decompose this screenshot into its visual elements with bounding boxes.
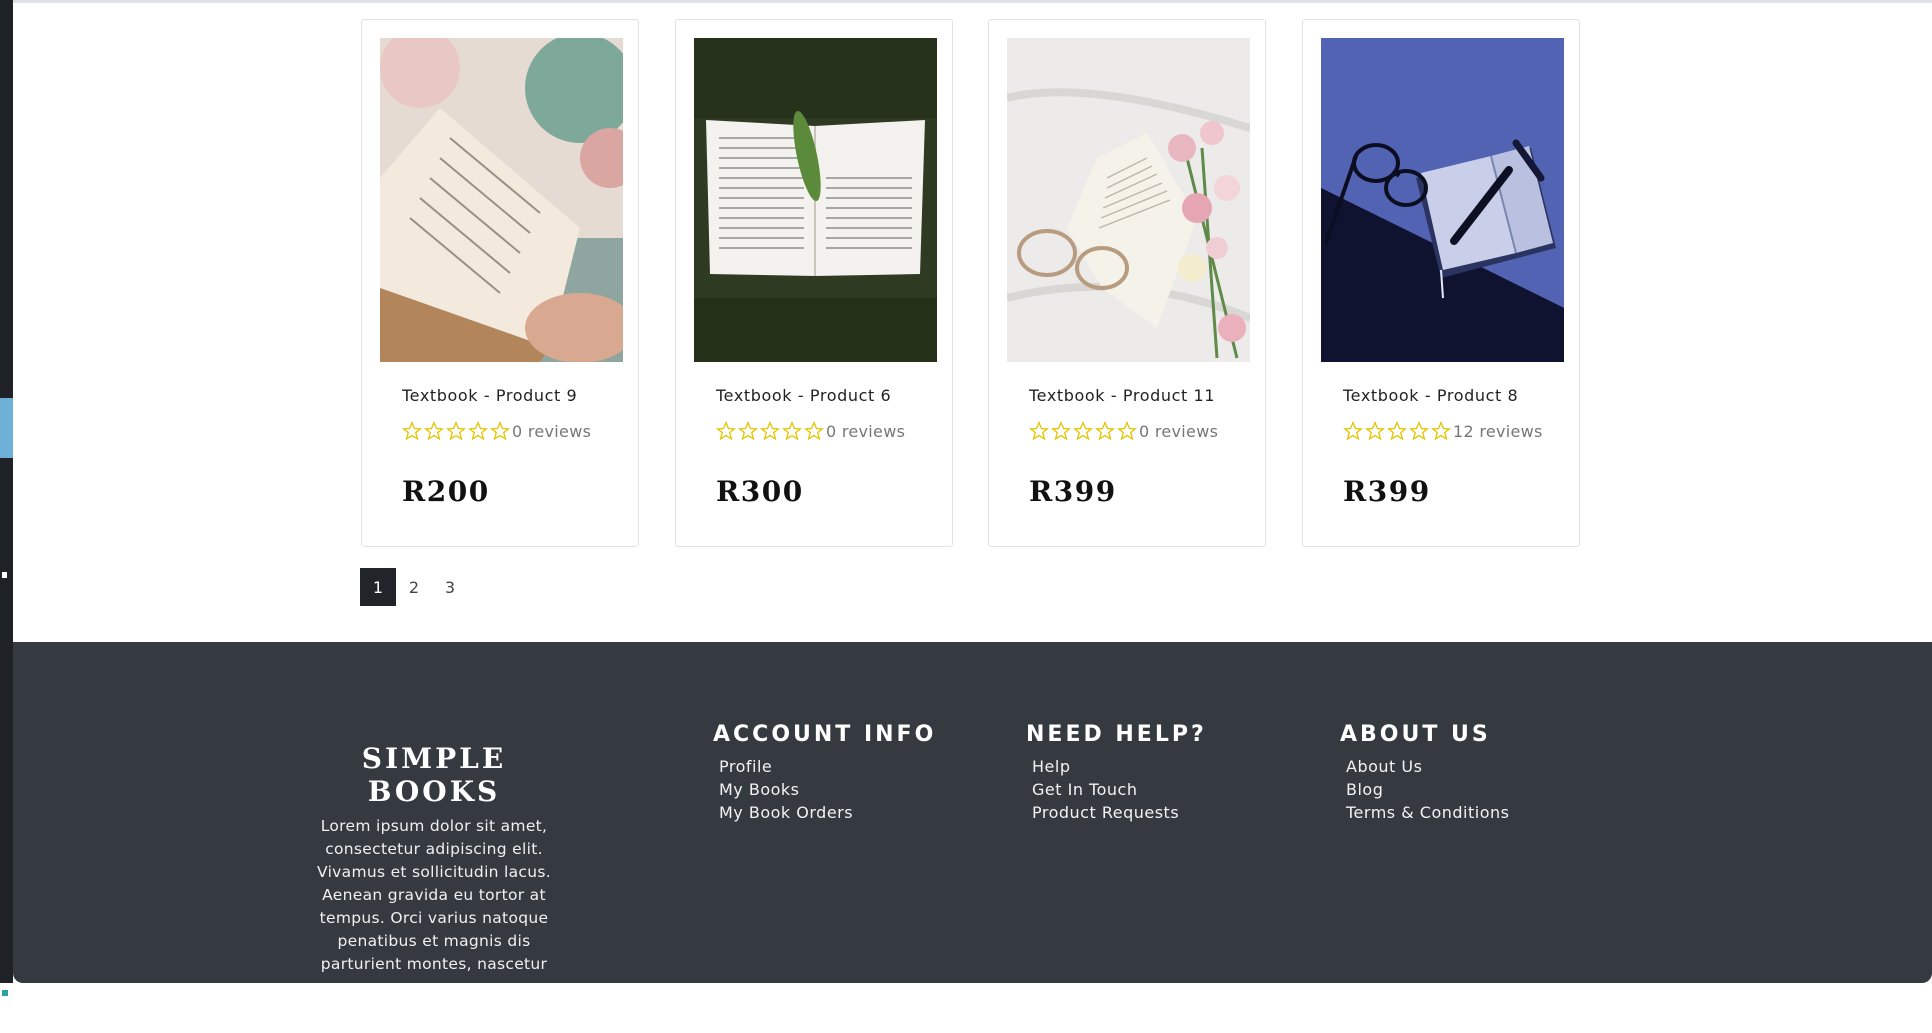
star-rating [1029, 421, 1137, 441]
star-outline-icon [716, 421, 736, 441]
product-title[interactable]: Textbook - Product 11 [1029, 386, 1215, 405]
product-card[interactable]: Textbook - Product 8 12 reviews R399 [1302, 19, 1580, 547]
footer-column-need-help: NEED HELP? Help Get In Touch Product Req… [1026, 722, 1207, 824]
product-image[interactable] [1321, 38, 1564, 362]
star-outline-icon [446, 421, 466, 441]
pagination: 1 2 3 [360, 568, 468, 606]
background-window-fragment [2, 990, 8, 996]
browser-page: Textbook - Product 9 0 reviews R200 Text… [13, 0, 1932, 983]
product-rating: 0 reviews [402, 421, 591, 441]
star-outline-icon [490, 421, 510, 441]
footer-link-get-in-touch[interactable]: Get In Touch [1032, 778, 1207, 801]
product-image[interactable] [380, 38, 623, 362]
star-outline-icon [1073, 421, 1093, 441]
footer-heading: NEED HELP? [1026, 722, 1207, 747]
product-rating: 12 reviews [1343, 421, 1543, 441]
star-outline-icon [1431, 421, 1451, 441]
site-footer: SIMPLE BOOKS Lorem ipsum dolor sit amet,… [13, 642, 1932, 983]
star-outline-icon [1051, 421, 1071, 441]
product-title[interactable]: Textbook - Product 8 [1343, 386, 1518, 405]
footer-link-profile[interactable]: Profile [719, 755, 936, 778]
star-outline-icon [1365, 421, 1385, 441]
background-window-edge [0, 0, 13, 996]
review-count: 0 reviews [1139, 421, 1219, 441]
footer-link-my-books[interactable]: My Books [719, 778, 936, 801]
product-image[interactable] [1007, 38, 1250, 362]
star-rating [402, 421, 510, 441]
star-outline-icon [402, 421, 422, 441]
footer-link-product-requests[interactable]: Product Requests [1032, 801, 1207, 824]
star-rating [716, 421, 824, 441]
page-button-1[interactable]: 1 [360, 568, 396, 606]
footer-column-about-us: ABOUT US About Us Blog Terms & Condition… [1340, 722, 1509, 824]
product-card[interactable]: Textbook - Product 6 0 reviews R300 [675, 19, 953, 547]
product-rating: 0 reviews [1029, 421, 1218, 441]
footer-column-account-info: ACCOUNT INFO Profile My Books My Book Or… [713, 722, 936, 824]
background-window-fragment [2, 572, 7, 578]
review-count: 0 reviews [512, 421, 592, 441]
star-outline-icon [1343, 421, 1363, 441]
page-button-3[interactable]: 3 [432, 568, 468, 606]
star-outline-icon [738, 421, 758, 441]
star-outline-icon [1387, 421, 1407, 441]
product-price: R300 [716, 475, 804, 508]
review-count: 0 reviews [826, 421, 906, 441]
star-outline-icon [1409, 421, 1429, 441]
footer-heading: ABOUT US [1340, 722, 1491, 747]
star-outline-icon [1095, 421, 1115, 441]
footer-link-my-book-orders[interactable]: My Book Orders [719, 801, 936, 824]
star-outline-icon [760, 421, 780, 441]
star-outline-icon [424, 421, 444, 441]
star-outline-icon [468, 421, 488, 441]
product-rating: 0 reviews [716, 421, 905, 441]
star-outline-icon [804, 421, 824, 441]
star-outline-icon [782, 421, 802, 441]
star-outline-icon [1117, 421, 1137, 441]
footer-link-about-us[interactable]: About Us [1346, 755, 1509, 778]
review-count: 12 reviews [1453, 421, 1543, 441]
background-window-fragment [0, 398, 13, 458]
header-divider [13, 0, 1932, 3]
footer-link-help[interactable]: Help [1032, 755, 1207, 778]
footer-about-text: Lorem ipsum dolor sit amet, consectetur … [317, 817, 551, 973]
footer-heading: ACCOUNT INFO [713, 722, 937, 747]
footer-brand[interactable]: SIMPLE BOOKS [309, 742, 559, 808]
product-image[interactable] [694, 38, 937, 362]
footer-link-terms-conditions[interactable]: Terms & Conditions [1346, 801, 1509, 824]
product-title[interactable]: Textbook - Product 9 [402, 386, 577, 405]
product-price: R399 [1343, 475, 1431, 508]
product-card[interactable]: Textbook - Product 9 0 reviews R200 [361, 19, 639, 547]
product-price: R399 [1029, 475, 1117, 508]
product-card[interactable]: Textbook - Product 11 0 reviews R399 [988, 19, 1266, 547]
star-rating [1343, 421, 1451, 441]
product-title[interactable]: Textbook - Product 6 [716, 386, 891, 405]
page-button-2[interactable]: 2 [396, 568, 432, 606]
star-outline-icon [1029, 421, 1049, 441]
product-price: R200 [402, 475, 490, 508]
footer-link-blog[interactable]: Blog [1346, 778, 1509, 801]
